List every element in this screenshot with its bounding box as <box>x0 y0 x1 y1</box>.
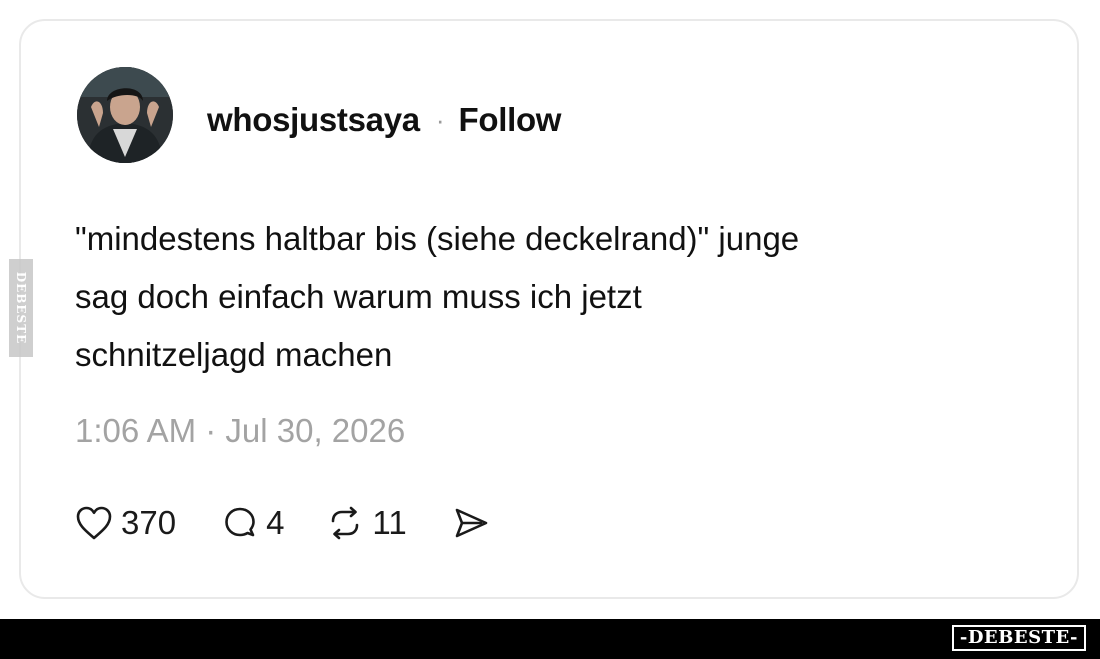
avatar-photo <box>77 67 173 163</box>
share-button[interactable] <box>451 505 491 541</box>
post-text-line: sag doch einfach warum muss ich jetzt <box>75 278 642 315</box>
comment-icon <box>225 507 255 537</box>
post-text: "mindestens haltbar bis (siehe deckelran… <box>75 210 975 384</box>
heart-icon <box>76 506 112 540</box>
header-separator: · <box>435 104 445 135</box>
avatar[interactable] <box>77 67 173 163</box>
page: whosjustsaya · Follow "mindestens haltba… <box>0 0 1100 659</box>
like-button[interactable]: 370 <box>75 504 176 542</box>
side-watermark-text: DEBESTE <box>14 271 28 345</box>
repost-button[interactable]: 11 <box>326 504 407 542</box>
side-watermark: DEBESTE <box>9 259 33 357</box>
repost-count: 11 <box>372 504 407 541</box>
footer-bar: -DEBESTE- <box>0 619 1100 659</box>
reply-button[interactable]: 4 <box>222 504 284 542</box>
post-text-line: schnitzeljagd machen <box>75 336 393 373</box>
send-icon <box>455 508 487 538</box>
like-count: 370 <box>121 504 177 541</box>
reply-count: 4 <box>266 504 285 541</box>
watermark-logo: -DEBESTE- <box>951 625 1086 651</box>
action-bar: 370 4 11 <box>75 500 491 546</box>
repost-icon <box>332 506 359 540</box>
follow-button[interactable]: Follow <box>459 101 562 139</box>
username[interactable]: whosjustsaya <box>207 101 420 139</box>
post-timestamp[interactable]: 1:06 AM · Jul 30, 2026 <box>75 412 405 450</box>
post-header: whosjustsaya · Follow <box>207 98 561 142</box>
post-text-line: "mindestens haltbar bis (siehe deckelran… <box>75 220 800 257</box>
